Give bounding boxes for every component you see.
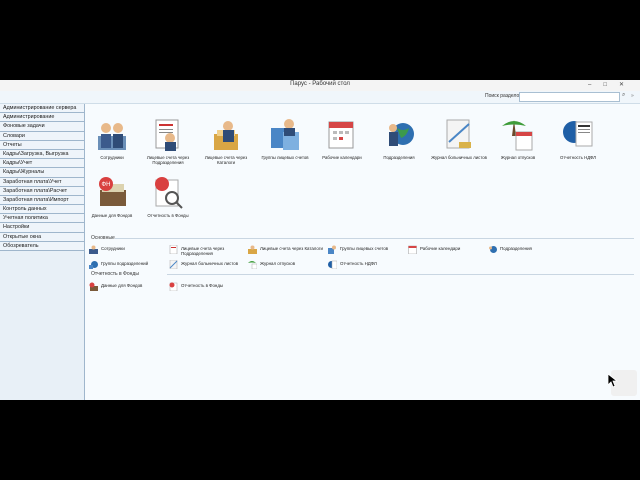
sidebar-item-accounting-policy[interactable]: Учетная политика: [0, 214, 84, 224]
list-item-fund-data[interactable]: Данные для Фондов: [89, 282, 169, 292]
application-window: Парус - Рабочий стол –□✕ Поиск разделов …: [0, 80, 640, 400]
list-item-work-calendars[interactable]: Рабочие календари: [408, 245, 488, 255]
tile-departments[interactable]: Подразделения: [369, 116, 429, 160]
ndfl-report-icon: [328, 260, 337, 269]
department-groups-icon: [89, 261, 98, 269]
section-title-main: Основные: [91, 235, 115, 241]
list-item-ndfl-report[interactable]: Отчетность НДФЛ: [328, 260, 408, 270]
vacation-journal-icon: [502, 120, 533, 151]
search-input[interactable]: [519, 92, 620, 102]
list-item-vacation-journal[interactable]: Журнал отпусков: [248, 260, 328, 270]
list-item-sick-leave-journal[interactable]: Журнал больничных листов: [169, 260, 249, 270]
tile-sick-leave-journal[interactable]: Журнал больничных листов: [429, 116, 489, 160]
list-item-departments[interactable]: Подразделения: [488, 245, 568, 255]
accounts-catalogs-icon: [248, 245, 257, 254]
tile-employees[interactable]: Сотрудники: [82, 116, 142, 160]
account-groups-icon: [271, 119, 299, 150]
fund-report-icon: [155, 177, 183, 209]
search-icon[interactable]: ⌕: [622, 92, 625, 99]
desktop-area: Сотрудники Лицевые счета через Подраздел…: [85, 104, 640, 400]
search-options-icon[interactable]: »: [631, 93, 634, 99]
window-controls[interactable]: –□✕: [588, 81, 636, 88]
section-title-funds: Отчетность в Фонды: [91, 271, 139, 277]
fund-data-icon: [89, 282, 98, 291]
section-divider: [115, 238, 634, 239]
svg-text:ФН: ФН: [102, 182, 111, 188]
sick-leave-journal-icon: [446, 119, 471, 149]
employees-icon: [89, 245, 98, 254]
sidebar-item-open-windows[interactable]: Открытые окна: [0, 232, 84, 242]
fund-data-icon: ФН: [99, 177, 126, 206]
work-calendars-icon: [408, 245, 417, 254]
tile-work-calendars[interactable]: Рабочие календари: [312, 116, 372, 160]
fund-report-icon: [169, 282, 178, 291]
sidebar-item-background-tasks[interactable]: Фоновые задачи: [0, 122, 84, 132]
sidebar: Администрирование сервера Администрирова…: [0, 104, 85, 400]
sidebar-item-browser[interactable]: Обозреватель: [0, 241, 84, 251]
tile-fund-report[interactable]: Отчетность в Фонды: [138, 174, 198, 218]
tile-accounts-catalogs[interactable]: Лицевые счета через Каталоги: [196, 116, 256, 165]
tile-ndfl-report[interactable]: Отчетность НДФЛ: [548, 116, 608, 160]
list-item-accounts-catalogs[interactable]: Лицевые счета через Каталоги: [248, 245, 328, 255]
tile-label: Рабочие календари: [322, 155, 362, 160]
tile-label: Отчетность НДФЛ: [560, 155, 596, 160]
employees-icon: [98, 123, 126, 150]
account-groups-icon: [328, 245, 336, 254]
list-item-employees[interactable]: Сотрудники: [89, 245, 169, 255]
tile-label: Группы лицевых счетов: [261, 155, 309, 160]
tile-fund-data[interactable]: ФН Данные для Фондов: [82, 174, 142, 218]
sidebar-item-payroll-calc[interactable]: Заработная плата\Расчет: [0, 186, 84, 196]
tile-account-groups[interactable]: Группы лицевых счетов: [255, 116, 315, 160]
tile-label: Лицевые счета через Подразделения: [146, 155, 190, 165]
work-calendars-icon: [328, 121, 354, 149]
sidebar-item-data-control[interactable]: Контроль данных: [0, 205, 84, 215]
accounts-departments-icon: [155, 119, 179, 151]
tile-label: Лицевые счета через Каталоги: [204, 155, 248, 165]
sidebar-item-reports[interactable]: Отчеты: [0, 140, 84, 150]
sidebar-item-hr-records[interactable]: Кадры\Учет: [0, 159, 84, 169]
tile-label: Данные для Фондов: [91, 213, 133, 218]
list-item-accounts-departments[interactable]: Лицевые счета через Подразделения: [169, 245, 249, 256]
tile-accounts-departments[interactable]: Лицевые счета через Подразделения: [138, 116, 198, 165]
accounts-departments-icon: [169, 245, 178, 254]
tile-label: Отчетность в Фонды: [147, 213, 189, 218]
sidebar-item-payroll-records[interactable]: Заработная плата\Учет: [0, 177, 84, 187]
tile-label: Журнал больничных листов: [431, 155, 487, 160]
sidebar-item-hr-journals[interactable]: Кадры\Журналы: [0, 168, 84, 178]
departments-icon: [389, 123, 414, 146]
sidebar-item-payroll-import[interactable]: Заработная плата\Импорт: [0, 195, 84, 206]
tile-vacation-journal[interactable]: Журнал отпусков: [488, 116, 548, 160]
sick-leave-journal-icon: [169, 260, 178, 269]
tile-label: Сотрудники: [100, 155, 124, 160]
sidebar-item-hr-import-export[interactable]: Кадры\Загрузка, Выгрузка: [0, 149, 84, 160]
mouse-cursor-icon: [608, 374, 618, 388]
sidebar-item-admin[interactable]: Администрирование: [0, 113, 84, 123]
section-divider: [167, 274, 634, 275]
ndfl-report-icon: [563, 121, 593, 147]
sidebar-item-server-admin[interactable]: Администрирование сервера: [0, 104, 84, 114]
sidebar-item-settings[interactable]: Настройки: [0, 223, 84, 233]
list-item-fund-report[interactable]: Отчетность в Фонды: [169, 282, 249, 292]
accounts-catalogs-icon: [214, 121, 238, 150]
list-item-account-groups[interactable]: Группы лицевых счетов: [328, 245, 408, 255]
list-item-department-groups[interactable]: Группы подразделений: [89, 260, 169, 270]
sidebar-item-dictionaries[interactable]: Словари: [0, 131, 84, 141]
vacation-journal-icon: [248, 261, 257, 269]
search-label: Поиск разделов: [485, 93, 522, 99]
tile-label: Подразделения: [383, 155, 415, 160]
toolbar: Поиск разделов ⌕ »: [0, 91, 640, 104]
tile-label: Журнал отпусков: [500, 155, 536, 160]
window-title: Парус - Рабочий стол: [290, 81, 350, 87]
departments-icon: [489, 246, 497, 253]
